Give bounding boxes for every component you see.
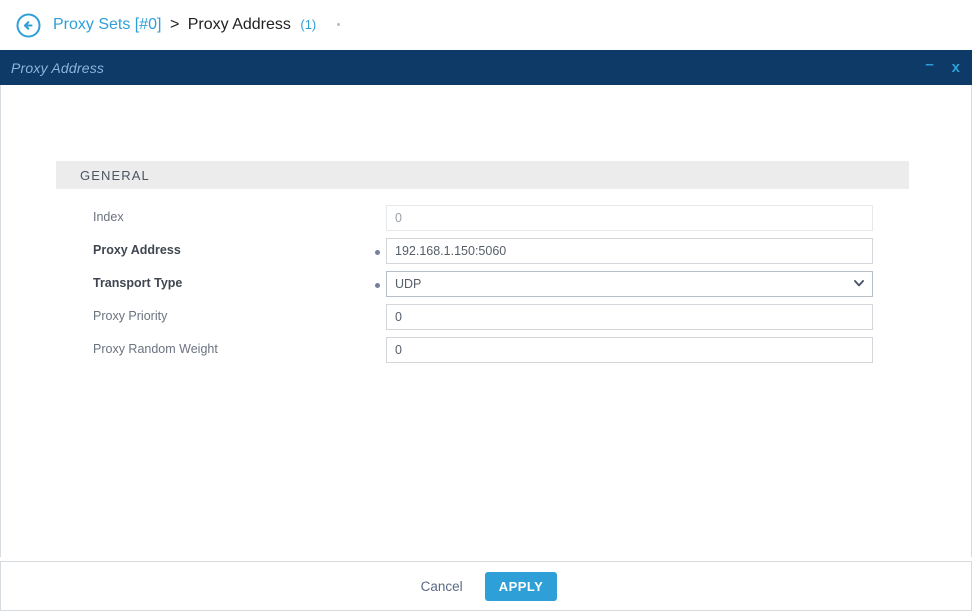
- form-row-index: Index: [1, 205, 971, 238]
- index-input[interactable]: [386, 205, 873, 231]
- minimize-icon[interactable]: –: [925, 57, 933, 72]
- field-wrap-index: [386, 205, 873, 231]
- transport-type-select[interactable]: UDPTCPTLS: [386, 271, 873, 297]
- breadcrumb-trailing-dot: [336, 23, 340, 27]
- form-row-proxy-address: Proxy Address: [1, 238, 971, 271]
- form-row-proxy-priority: Proxy Priority: [1, 304, 971, 337]
- breadcrumb-bar: Proxy Sets [#0] > Proxy Address (1): [0, 0, 972, 50]
- form-row-proxy-random-weight: Proxy Random Weight: [1, 337, 971, 370]
- proxy-address-form: Index Proxy Address Transport Type: [1, 205, 971, 370]
- dialog-title: Proxy Address: [11, 59, 105, 76]
- field-wrap-proxy-priority: [386, 304, 873, 330]
- label-proxy-priority: Proxy Priority: [93, 309, 168, 323]
- breadcrumb-current: Proxy Address: [187, 16, 291, 33]
- proxy-address-dialog: Proxy Address – x GENERAL Index Proxy Ad…: [0, 50, 972, 611]
- label-proxy-address: Proxy Address: [93, 243, 181, 257]
- apply-button[interactable]: APPLY: [484, 571, 558, 601]
- label-transport-type: Transport Type: [93, 276, 183, 290]
- required-bullet-proxy-address: [375, 250, 380, 255]
- required-bullet-transport-type: [375, 283, 380, 288]
- proxy-priority-input[interactable]: [386, 304, 873, 330]
- cancel-button[interactable]: Cancel: [415, 575, 469, 598]
- dialog-body: GENERAL Index Proxy Address Transport T: [0, 85, 972, 557]
- label-index: Index: [93, 210, 124, 224]
- proxy-random-weight-input[interactable]: [386, 337, 873, 363]
- proxy-address-input[interactable]: [386, 238, 873, 264]
- breadcrumb: Proxy Sets [#0] > Proxy Address (1): [53, 16, 340, 34]
- window-controls: – x: [925, 50, 960, 85]
- breadcrumb-count: (1): [300, 17, 317, 32]
- section-header-label: GENERAL: [80, 167, 150, 183]
- close-icon[interactable]: x: [952, 60, 960, 75]
- field-wrap-transport-type: UDPTCPTLS: [386, 271, 873, 297]
- breadcrumb-separator: >: [169, 16, 180, 33]
- field-wrap-proxy-address: [386, 238, 873, 264]
- back-arrow-circle-icon[interactable]: [16, 13, 41, 38]
- dialog-footer: Cancel APPLY: [0, 561, 972, 611]
- section-header-general: GENERAL: [56, 161, 909, 189]
- dialog-titlebar: Proxy Address – x: [0, 50, 972, 85]
- field-wrap-proxy-random-weight: [386, 337, 873, 363]
- transport-type-select-wrap: UDPTCPTLS: [386, 271, 873, 297]
- breadcrumb-parent-link[interactable]: Proxy Sets [#0]: [53, 16, 162, 33]
- label-proxy-random-weight: Proxy Random Weight: [93, 342, 218, 356]
- form-row-transport-type: Transport Type UDPTCPTLS: [1, 271, 971, 304]
